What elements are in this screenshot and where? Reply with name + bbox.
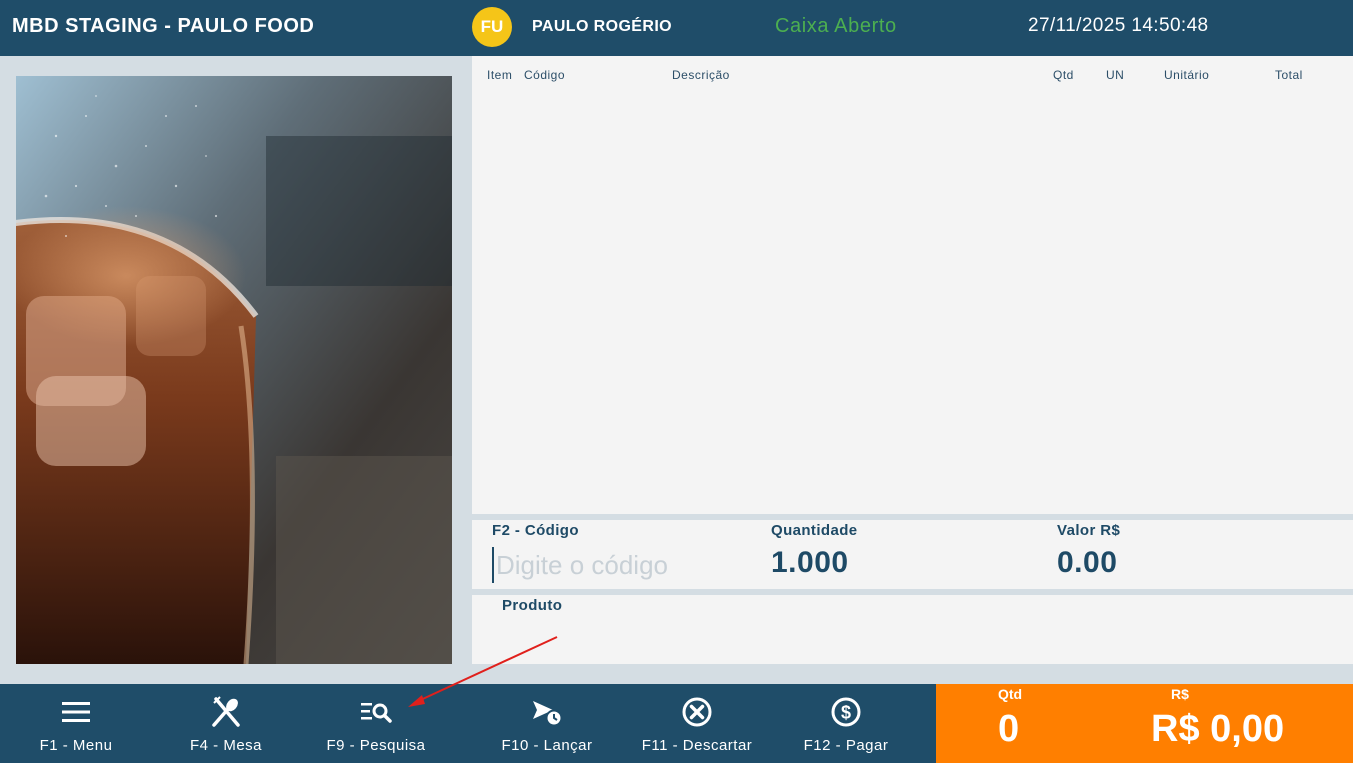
column-header-code: Código <box>524 68 566 82</box>
dollar-circle-icon: $ <box>830 696 862 728</box>
user-avatar[interactable]: FU <box>472 7 512 47</box>
entry-row: F2 - Código Quantidade 1.000 Valor R$ 0.… <box>472 520 1353 589</box>
quantity-label: Quantidade <box>771 522 858 539</box>
column-header-unit: UN <box>1106 68 1125 82</box>
soda-glass-image <box>16 76 452 664</box>
send-clock-icon <box>531 696 563 728</box>
discard-button-label: F11 - Descartar <box>641 737 753 754</box>
list-search-icon <box>360 696 392 728</box>
table-button[interactable]: F4 - Mesa <box>176 684 276 763</box>
total-qty-caption: Qtd <box>998 686 1023 702</box>
launch-button-label: F10 - Lançar <box>501 737 593 754</box>
items-table: Item Código Descrição Qtd UN Unitário To… <box>472 56 1353 514</box>
column-header-qty: Qtd <box>1053 68 1074 82</box>
total-amount-caption: R$ <box>1171 686 1189 702</box>
pay-button-label: F12 - Pagar <box>803 737 889 754</box>
column-header-description: Descrição <box>672 68 730 82</box>
total-amount-value: R$ 0,00 <box>1151 708 1285 750</box>
column-header-total: Total <box>1275 68 1303 82</box>
current-datetime: 27/11/2025 14:50:48 <box>1028 15 1209 36</box>
close-circle-icon <box>681 696 713 728</box>
column-header-unit-price: Unitário <box>1164 68 1210 82</box>
discard-button[interactable]: F11 - Descartar <box>632 684 762 763</box>
search-button[interactable]: F9 - Pesquisa <box>316 684 436 763</box>
menu-icon <box>60 696 92 728</box>
function-key-bar: F1 - Menu F4 - Mesa F9 - Pesquisa F10 - … <box>0 684 936 763</box>
totals-panel: Qtd 0 R$ R$ 0,00 <box>936 684 1353 763</box>
code-label: F2 - Código <box>492 522 579 539</box>
price-value[interactable]: 0.00 <box>1057 546 1117 580</box>
product-label: Produto <box>502 597 563 614</box>
column-header-item: Item <box>487 68 513 82</box>
quantity-value[interactable]: 1.000 <box>771 546 849 580</box>
top-bar: MBD STAGING - PAULO FOOD FU PAULO ROGÉRI… <box>0 0 1353 56</box>
code-input[interactable] <box>492 547 742 583</box>
menu-button[interactable]: F1 - Menu <box>26 684 126 763</box>
product-photo <box>16 76 452 664</box>
price-label: Valor R$ <box>1057 522 1121 539</box>
pay-button[interactable]: $ F12 - Pagar <box>791 684 901 763</box>
fork-spoon-icon <box>210 696 242 728</box>
total-qty-value: 0 <box>998 708 1020 750</box>
launch-button[interactable]: F10 - Lançar <box>487 684 607 763</box>
product-row: Produto <box>472 595 1353 664</box>
svg-text:$: $ <box>841 703 851 723</box>
user-name: PAULO ROGÉRIO <box>532 18 673 35</box>
search-button-label: F9 - Pesquisa <box>326 737 426 754</box>
menu-button-label: F1 - Menu <box>39 737 113 754</box>
register-status: Caixa Aberto <box>775 15 897 37</box>
table-button-label: F4 - Mesa <box>189 737 262 754</box>
app-title: MBD STAGING - PAULO FOOD <box>12 15 315 37</box>
